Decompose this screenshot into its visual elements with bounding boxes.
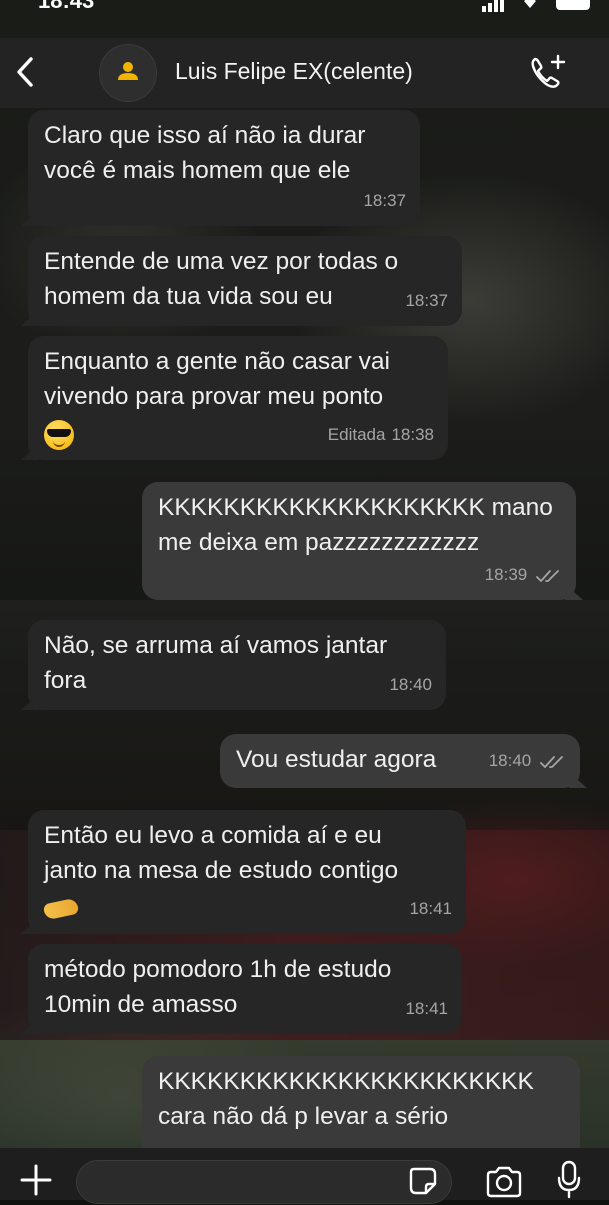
message-text: KKKKKKKKKKKKKKKKKKKK mano	[158, 494, 553, 521]
chat-header: Luis Felipe EX(celente)	[0, 38, 609, 108]
message-time: 18:37	[405, 291, 448, 310]
message-text: fora	[44, 667, 87, 694]
plus-icon	[20, 1164, 52, 1196]
back-button[interactable]	[10, 54, 40, 90]
microphone-button[interactable]	[556, 1160, 582, 1200]
contact-name[interactable]: Luis Felipe EX(celente)	[175, 58, 413, 85]
edited-label: Editada	[327, 425, 386, 444]
message-text: me deixa em pazzzzzzzzzzzz	[158, 529, 480, 556]
message-text: homem da tua vida sou eu	[44, 283, 333, 310]
message-time: 18:37	[363, 191, 406, 210]
message-meta: Editada 18:38	[328, 417, 434, 452]
message-text: Claro que isso aí não ia durar	[44, 122, 366, 149]
signal-icon	[482, 0, 506, 12]
message-text: método pomodoro 1h de estudo	[44, 956, 392, 983]
sunglasses-emoji-icon	[44, 419, 74, 450]
microphone-icon	[557, 1160, 581, 1199]
call-button[interactable]	[526, 52, 568, 92]
message-text: janto na mesa de estudo contigo	[44, 857, 399, 884]
message-bubble-incoming[interactable]: Então eu levo a comida aí e eu janto na …	[28, 810, 466, 934]
message-time: 18:40	[488, 751, 532, 770]
avatar[interactable]	[99, 44, 157, 102]
message-bubble-incoming[interactable]: Claro que isso aí não ia durar você é ma…	[28, 110, 420, 226]
composer-bar	[0, 1148, 609, 1204]
message-bubble-incoming[interactable]: método pomodoro 1h de estudo 10min de am…	[28, 944, 462, 1034]
message-meta: 18:39	[485, 557, 562, 592]
double-check-icon	[540, 755, 563, 768]
message-text: Entende de uma vez por todas o	[44, 248, 399, 275]
wifi-icon	[524, 0, 536, 8]
message-text: vivendo para provar meu ponto	[44, 383, 384, 410]
message-time: 18:38	[391, 425, 434, 444]
camera-button[interactable]	[484, 1166, 524, 1198]
message-bubble-incoming[interactable]: Entende de uma vez por todas o homem da …	[28, 236, 462, 326]
sticker-icon	[409, 1167, 437, 1195]
message-time: 18:40	[389, 675, 432, 694]
double-check-icon	[536, 569, 559, 582]
message-bubble-incoming[interactable]: Enquanto a gente não casar vai vivendo p…	[28, 336, 448, 460]
message-text: cara não dá p levar a sério	[158, 1103, 449, 1130]
chevron-left-icon	[17, 57, 33, 87]
message-text: Não, se arruma aí vamos jantar	[44, 632, 388, 659]
status-bar: 18:43	[0, 0, 609, 14]
message-bubble-incoming[interactable]: Não, se arruma aí vamos jantar fora 18:4…	[28, 620, 446, 710]
status-time: 18:43	[38, 0, 95, 13]
message-text: 10min de amasso	[44, 991, 238, 1018]
message-time: 18:39	[484, 565, 528, 584]
handshake-emoji-icon	[44, 897, 78, 921]
camera-icon	[486, 1166, 522, 1198]
phone-plus-icon	[531, 54, 566, 88]
message-bubble-outgoing[interactable]: KKKKKKKKKKKKKKKKKKKK mano me deixa em pa…	[142, 482, 576, 600]
message-time: 18:41	[409, 899, 452, 918]
message-time: 18:41	[405, 999, 448, 1018]
message-text: Enquanto a gente não casar vai	[44, 348, 390, 375]
message-meta: 18:40	[489, 743, 566, 778]
person-icon	[118, 62, 138, 80]
message-input[interactable]	[76, 1160, 452, 1204]
message-text: Então eu levo a comida aí e eu	[44, 822, 382, 849]
sticker-button[interactable]	[408, 1166, 438, 1196]
message-bubble-outgoing[interactable]: Vou estudar agora 18:40	[220, 734, 580, 788]
message-text: você é mais homem que ele	[44, 157, 351, 184]
battery-icon	[556, 0, 590, 10]
message-text: KKKKKKKKKKKKKKKKKKKKKKK	[158, 1068, 534, 1095]
attach-button[interactable]	[18, 1162, 54, 1198]
